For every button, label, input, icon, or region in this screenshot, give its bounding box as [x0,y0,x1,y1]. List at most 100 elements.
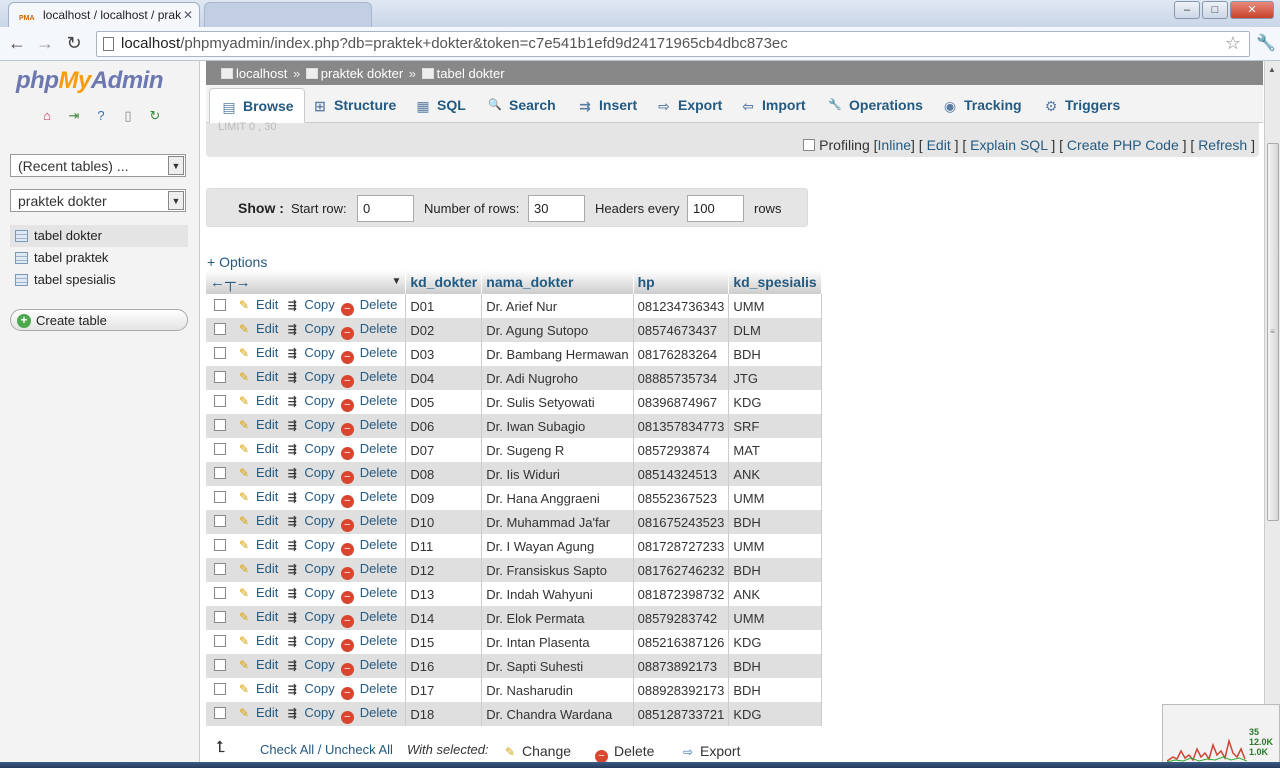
delete-row-button[interactable]: – Delete [340,297,397,316]
phpmyadmin-logo[interactable]: phpMyAdmin [16,67,164,95]
column-header-kd-dokter[interactable]: kd_dokter [405,270,483,294]
delete-row-button[interactable]: – Delete [340,417,397,436]
cell-hp[interactable]: 081234736343 [633,294,730,318]
sidebar-table-praktek[interactable]: tabel praktek [10,247,188,269]
cell-kd-spesialis[interactable]: BDH [728,510,822,534]
delete-selected-button[interactable]: – Delete [595,743,654,763]
reload-icon[interactable]: ↻ [146,108,164,124]
delete-row-button[interactable]: – Delete [340,705,397,724]
tab-import[interactable]: ⇦ Import [729,88,816,123]
cell-nama-dokter[interactable]: Dr. Sugeng R [481,438,634,462]
edit-row-button[interactable]: ✎ Edit [236,465,278,480]
row-checkbox[interactable] [214,322,226,335]
edit-row-button[interactable]: ✎ Edit [236,297,278,312]
cell-hp[interactable]: 081762746232 [633,558,730,582]
delete-row-button[interactable]: – Delete [340,561,397,580]
cell-hp[interactable]: 08574673437 [633,318,730,342]
row-checkbox[interactable] [214,514,226,527]
cell-kd-spesialis[interactable]: ANK [728,462,822,486]
edit-row-button[interactable]: ✎ Edit [236,537,278,552]
edit-row-button[interactable]: ✎ Edit [236,393,278,408]
delete-row-button[interactable]: – Delete [340,465,397,484]
cell-kd-dokter[interactable]: D07 [405,438,483,462]
cell-nama-dokter[interactable]: Dr. Nasharudin [481,678,634,702]
delete-row-button[interactable]: – Delete [340,369,397,388]
copy-row-button[interactable]: ⇶ Copy [284,297,335,312]
cell-kd-dokter[interactable]: D17 [405,678,483,702]
row-checkbox[interactable] [214,370,226,383]
copy-row-button[interactable]: ⇶ Copy [284,489,335,504]
recent-tables-select[interactable]: (Recent tables) ... ▼ [10,154,186,177]
edit-row-button[interactable]: ✎ Edit [236,609,278,624]
delete-row-button[interactable]: – Delete [340,393,397,412]
cell-kd-dokter[interactable]: D15 [405,630,483,654]
cell-kd-spesialis[interactable]: UMM [728,534,822,558]
cell-hp[interactable]: 08552367523 [633,486,730,510]
copy-row-button[interactable]: ⇶ Copy [284,681,335,696]
cell-hp[interactable]: 088928392173 [633,678,730,702]
cell-kd-dokter[interactable]: D10 [405,510,483,534]
delete-row-button[interactable]: – Delete [340,321,397,340]
copy-row-button[interactable]: ⇶ Copy [284,537,335,552]
edit-row-button[interactable]: ✎ Edit [236,441,278,456]
edit-row-button[interactable]: ✎ Edit [236,561,278,576]
refresh-link[interactable]: Refresh [1198,137,1247,153]
cell-nama-dokter[interactable]: Dr. I Wayan Agung [481,534,634,558]
cell-hp[interactable]: 08579283742 [633,606,730,630]
cell-kd-spesialis[interactable]: BDH [728,558,822,582]
delete-row-button[interactable]: – Delete [340,657,397,676]
cell-kd-spesialis[interactable]: SRF [728,414,822,438]
edit-row-button[interactable]: ✎ Edit [236,417,278,432]
breadcrumb-server[interactable]: localhost [236,66,287,81]
edit-row-button[interactable]: ✎ Edit [236,369,278,384]
delete-row-button[interactable]: – Delete [340,441,397,460]
row-checkbox[interactable] [214,610,226,623]
browser-tab-active[interactable]: PMA localhost / localhost / prak ✕ [8,2,200,27]
chevron-down-icon[interactable]: ▼ [391,276,401,287]
change-selected-button[interactable]: ✎ Change [502,743,571,759]
cell-nama-dokter[interactable]: Dr. Intan Plasenta [481,630,634,654]
cell-kd-dokter[interactable]: D05 [405,390,483,414]
cell-nama-dokter[interactable]: Dr. Adi Nugroho [481,366,634,390]
delete-row-button[interactable]: – Delete [340,513,397,532]
row-checkbox[interactable] [214,562,226,575]
cell-kd-spesialis[interactable]: KDG [728,390,822,414]
close-tab-icon[interactable]: ✕ [183,8,193,22]
copy-row-button[interactable]: ⇶ Copy [284,441,335,456]
copy-row-button[interactable]: ⇶ Copy [284,609,335,624]
row-checkbox[interactable] [214,586,226,599]
cell-nama-dokter[interactable]: Dr. Iwan Subagio [481,414,634,438]
tab-triggers[interactable]: ⚙ Triggers [1032,88,1130,123]
cell-hp[interactable]: 08514324513 [633,462,730,486]
cell-kd-spesialis[interactable]: DLM [728,318,822,342]
column-header-nama-dokter[interactable]: nama_dokter [481,270,634,294]
edit-row-button[interactable]: ✎ Edit [236,681,278,696]
cell-kd-dokter[interactable]: D08 [405,462,483,486]
breadcrumb-table[interactable]: tabel dokter [437,66,505,81]
column-arrows-icon[interactable]: ←┬→ [210,274,251,291]
row-checkbox[interactable] [214,394,226,407]
start-row-input[interactable]: 0 [357,195,414,222]
cell-kd-dokter[interactable]: D18 [405,702,483,726]
cell-nama-dokter[interactable]: Dr. Sapti Suhesti [481,654,634,678]
delete-row-button[interactable]: – Delete [340,681,397,700]
copy-row-button[interactable]: ⇶ Copy [284,705,335,720]
delete-row-button[interactable]: – Delete [340,633,397,652]
headers-every-input[interactable]: 100 [687,195,744,222]
row-checkbox[interactable] [214,658,226,671]
tab-structure[interactable]: ⊞ Structure [301,88,406,123]
column-header-hp[interactable]: hp [633,270,730,294]
profiling-checkbox[interactable] [803,139,816,151]
cell-kd-dokter[interactable]: D13 [405,582,483,606]
row-checkbox[interactable] [214,490,226,503]
row-checkbox[interactable] [214,442,226,455]
cell-nama-dokter[interactable]: Dr. Fransiskus Sapto [481,558,634,582]
cell-kd-dokter[interactable]: D14 [405,606,483,630]
cell-kd-spesialis[interactable]: MAT [728,438,822,462]
cell-kd-spesialis[interactable]: BDH [728,678,822,702]
create-table-button[interactable]: + Create table [10,309,188,331]
wrench-menu-icon[interactable]: 🔧 [1256,33,1276,53]
edit-row-button[interactable]: ✎ Edit [236,489,278,504]
copy-row-button[interactable]: ⇶ Copy [284,369,335,384]
cell-kd-spesialis[interactable]: BDH [728,342,822,366]
